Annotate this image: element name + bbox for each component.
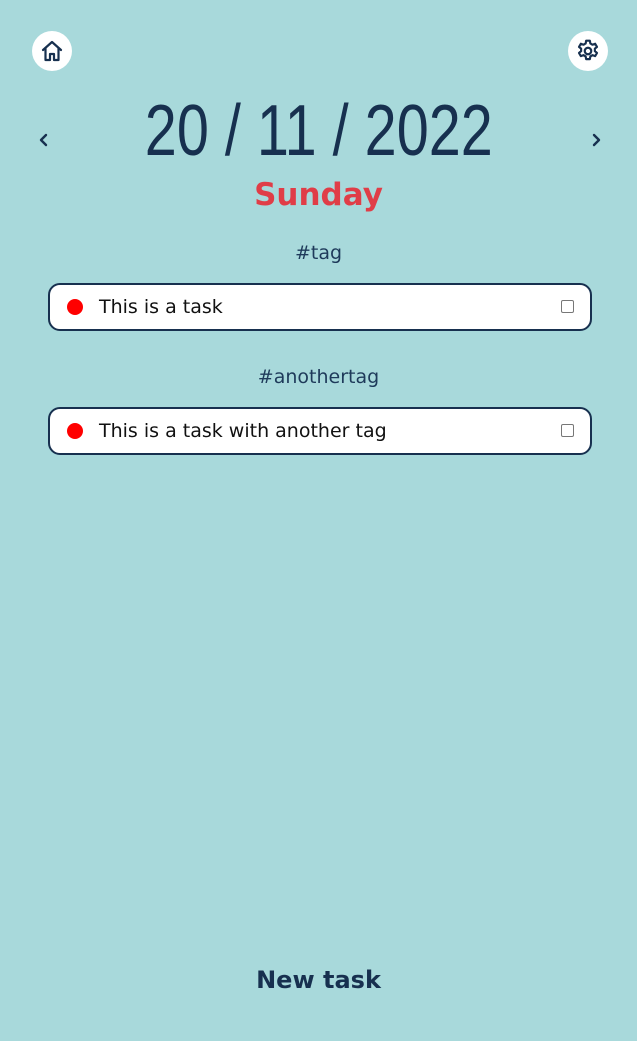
task-checkbox[interactable]	[561, 300, 574, 313]
task-checkbox[interactable]	[561, 424, 574, 437]
chevron-right-icon	[592, 133, 601, 147]
task-label: This is a task with another tag	[99, 420, 387, 442]
tag-heading: #tag	[294, 242, 343, 264]
task-label: This is a task	[99, 296, 223, 318]
weekday-title: Sunday	[254, 177, 383, 213]
gear-icon	[577, 39, 599, 61]
date-title: 20 / 11 / 2022	[144, 91, 493, 171]
task-item[interactable]: This is a task	[48, 283, 592, 331]
page: 20 / 11 / 2022 Sunday #tag This is a tas…	[0, 0, 637, 1041]
home-icon	[41, 40, 63, 62]
new-task-button[interactable]: New task	[0, 962, 637, 998]
settings-button[interactable]	[568, 31, 608, 71]
priority-dot	[67, 423, 83, 439]
priority-dot	[67, 299, 83, 315]
previous-day-button[interactable]	[29, 125, 59, 155]
next-day-button[interactable]	[581, 125, 611, 155]
task-item[interactable]: This is a task with another tag	[48, 407, 592, 455]
tag-heading: #anothertag	[257, 366, 380, 388]
chevron-left-icon	[39, 133, 48, 147]
home-button[interactable]	[32, 31, 72, 71]
